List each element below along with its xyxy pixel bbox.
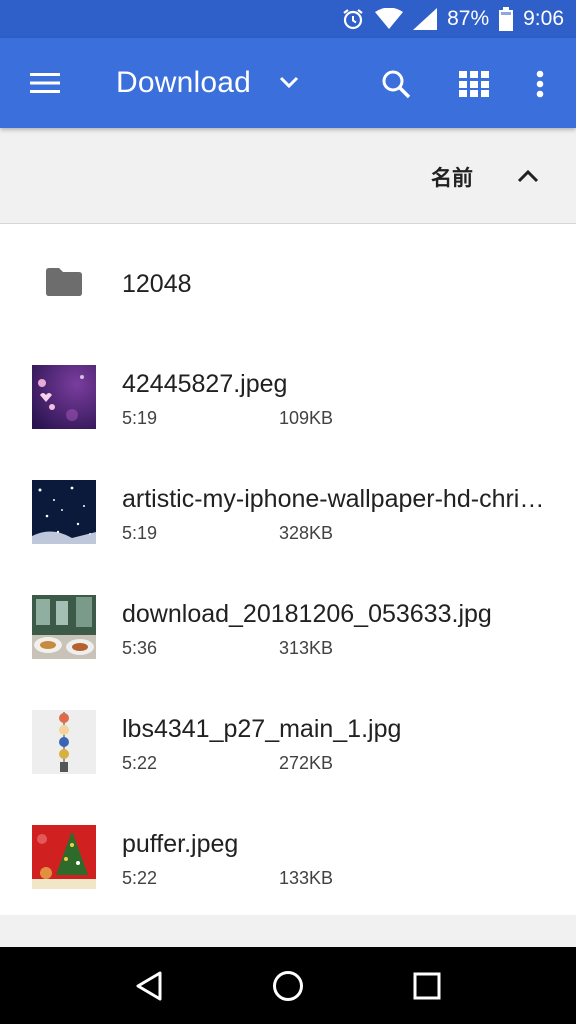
file-time: 5:22 <box>122 868 158 888</box>
sort-direction-button[interactable] <box>514 162 542 190</box>
chevron-up-icon <box>517 169 539 183</box>
file-time: 5:19 <box>122 523 158 543</box>
folder-icon <box>46 268 82 301</box>
folder-title-dropdown[interactable]: Download <box>116 60 299 106</box>
search-icon <box>382 70 411 99</box>
list-item[interactable]: puffer.jpeg 5:22 133KB <box>0 800 576 915</box>
home-button[interactable] <box>258 956 318 1016</box>
file-time: 5:36 <box>122 638 158 658</box>
list-item[interactable]: lbs4341_p27_main_1.jpg 5:22 272KB <box>0 685 576 800</box>
more-vert-icon <box>536 70 544 98</box>
file-name: download_20181206_053633.jpg <box>122 600 492 628</box>
file-size: 272KB <box>279 753 334 773</box>
alarm-icon <box>341 7 365 31</box>
home-icon <box>272 970 303 1001</box>
signal-icon <box>413 8 438 30</box>
battery-percent: 87% <box>447 7 490 30</box>
file-name: 42445827.jpeg <box>122 370 288 398</box>
sort-bar: 名前 <box>0 128 576 224</box>
wifi-icon <box>375 8 404 30</box>
file-time: 5:19 <box>122 408 158 428</box>
image-thumbnail <box>32 710 96 774</box>
list-item-folder[interactable]: 12048 <box>0 225 576 340</box>
file-name: lbs4341_p27_main_1.jpg <box>122 715 402 743</box>
image-thumbnail <box>32 365 96 429</box>
file-time: 5:22 <box>122 753 158 773</box>
chevron-down-icon <box>279 76 299 90</box>
page-title: Download <box>116 66 252 99</box>
clock: 9:06 <box>523 7 564 30</box>
sort-by-name-button[interactable]: 名前 <box>431 162 473 192</box>
grid-view-button[interactable] <box>452 62 496 106</box>
image-thumbnail <box>32 480 96 544</box>
back-button[interactable] <box>119 956 179 1016</box>
recents-icon <box>413 972 441 999</box>
search-button[interactable] <box>374 62 418 106</box>
image-thumbnail <box>32 825 96 889</box>
back-icon <box>136 971 162 1000</box>
grid-view-icon <box>459 71 489 97</box>
menu-icon <box>30 73 60 93</box>
file-size: 109KB <box>279 408 334 428</box>
list-item[interactable]: download_20181206_053633.jpg 5:36 313KB <box>0 570 576 685</box>
recents-button[interactable] <box>397 956 457 1016</box>
file-name: 12048 <box>122 270 192 298</box>
list-item[interactable]: artistic-my-iphone-wallpaper-hd-chri… 5:… <box>0 455 576 570</box>
battery-icon <box>499 7 514 31</box>
image-thumbnail <box>32 595 96 659</box>
status-bar: 87% 9:06 <box>0 0 576 38</box>
menu-button[interactable] <box>22 62 68 104</box>
list-item[interactable]: 42445827.jpeg 5:19 109KB <box>0 340 576 455</box>
more-options-button[interactable] <box>518 62 562 106</box>
file-name: artistic-my-iphone-wallpaper-hd-chri… <box>122 485 545 513</box>
navigation-bar <box>0 947 576 1024</box>
file-list: 12048 42445827.jpeg 5:19 109KB artistic-… <box>0 225 576 915</box>
list-footer <box>0 915 576 947</box>
file-size: 133KB <box>279 868 334 888</box>
file-name: puffer.jpeg <box>122 830 239 858</box>
file-size: 328KB <box>279 523 334 543</box>
app-bar: Download <box>0 38 576 128</box>
file-size: 313KB <box>279 638 334 658</box>
